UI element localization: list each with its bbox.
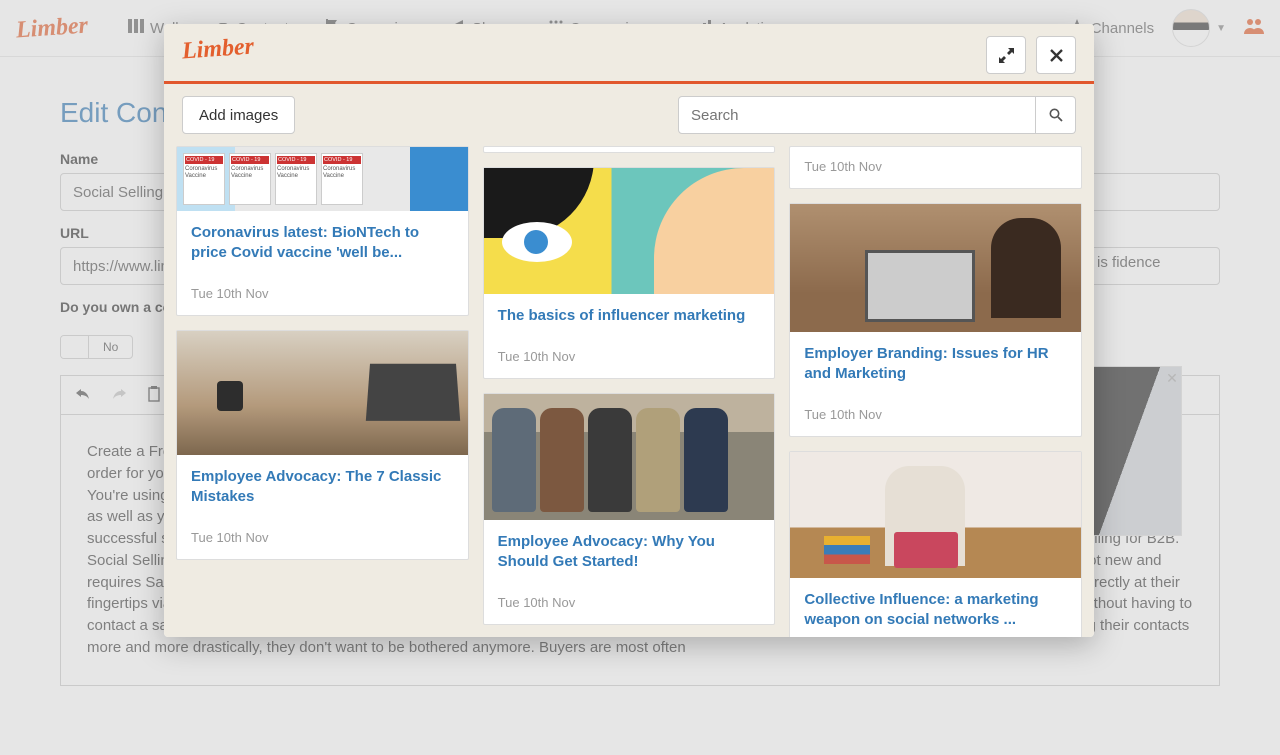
card-title: Coronavirus latest: BioNTech to price Co…: [191, 223, 454, 262]
result-card-partial[interactable]: Tue 10th Nov: [789, 146, 1082, 189]
add-images-button[interactable]: Add images: [182, 96, 295, 134]
card-title: Collective Influence: a marketing weapon…: [804, 590, 1067, 629]
result-card[interactable]: COVID - 19CoronavirusVaccine COVID - 19C…: [176, 146, 469, 316]
card-date: Tue 10th Nov: [484, 349, 775, 378]
close-button[interactable]: [1036, 36, 1076, 74]
result-card[interactable]: Employer Branding: Issues for HR and Mar…: [789, 203, 1082, 437]
card-date: Tue 10th Nov: [484, 595, 775, 624]
card-image: [790, 204, 1081, 332]
card-image: [484, 168, 775, 294]
modal-toolbar: Add images: [164, 84, 1094, 146]
card-date: Tue 10th Nov: [177, 530, 468, 559]
expand-button[interactable]: [986, 36, 1026, 74]
search-group: [678, 96, 1076, 134]
result-card[interactable]: Collective Influence: a marketing weapon…: [789, 451, 1082, 637]
card-image: [484, 394, 775, 520]
result-card-partial[interactable]: [483, 146, 776, 153]
result-card[interactable]: The basics of influencer marketing Tue 1…: [483, 167, 776, 380]
card-image: [177, 331, 468, 455]
card-title: The basics of influencer marketing: [498, 306, 761, 326]
modal-body[interactable]: COVID - 19CoronavirusVaccine COVID - 19C…: [164, 146, 1094, 637]
card-image: [790, 452, 1081, 578]
card-date: Tue 10th Nov: [790, 407, 1081, 436]
modal-header: Limber: [164, 24, 1094, 84]
card-date: Tue 10th Nov: [790, 147, 1081, 188]
result-card[interactable]: Employee Advocacy: Why You Should Get St…: [483, 393, 776, 625]
results-column-2: The basics of influencer marketing Tue 1…: [483, 146, 776, 625]
modal-logo: Limber: [181, 34, 255, 66]
results-column-3: Tue 10th Nov Employer Branding: Issues f…: [789, 146, 1082, 625]
search-input[interactable]: [678, 96, 1036, 134]
image-picker-modal: Limber Add images COVID - 19Coronav: [164, 24, 1094, 637]
results-column-1: COVID - 19CoronavirusVaccine COVID - 19C…: [176, 146, 469, 625]
card-title: Employer Branding: Issues for HR and Mar…: [804, 344, 1067, 383]
card-image: COVID - 19CoronavirusVaccine COVID - 19C…: [177, 147, 468, 211]
card-date: Tue 10th Nov: [177, 286, 468, 315]
search-icon: [1049, 108, 1063, 122]
card-title: Employee Advocacy: The 7 Classic Mistake…: [191, 467, 454, 506]
search-button[interactable]: [1036, 96, 1076, 134]
result-card[interactable]: Employee Advocacy: The 7 Classic Mistake…: [176, 330, 469, 560]
card-title: Employee Advocacy: Why You Should Get St…: [498, 532, 761, 571]
